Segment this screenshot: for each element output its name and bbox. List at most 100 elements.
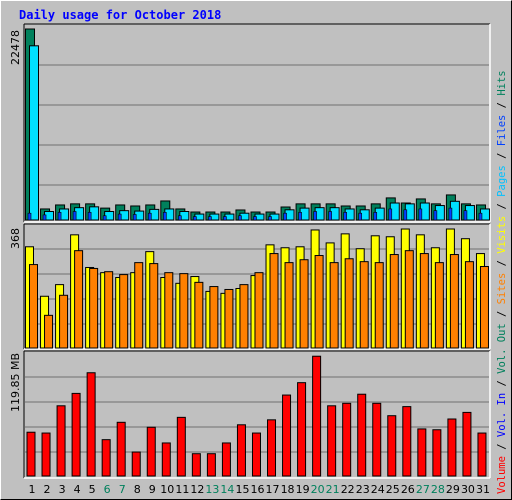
- bar-sites: [224, 288, 234, 349]
- bar-pages: [358, 212, 363, 221]
- plot-area-0: [24, 24, 490, 222]
- legend-separator: /: [496, 96, 508, 115]
- x-axis-day-label: 25: [386, 483, 400, 496]
- bar-pages: [208, 216, 212, 221]
- legend-item-volume: Volume: [496, 456, 508, 494]
- bar-pages: [463, 210, 468, 221]
- bar-sites: [89, 267, 99, 349]
- x-axis-day-label: 5: [89, 483, 96, 496]
- x-axis-day-label: 14: [220, 483, 234, 496]
- legend-item-pages: Pages: [496, 165, 508, 197]
- x-axis-day-label: 7: [119, 483, 126, 496]
- bar-pages: [193, 216, 197, 221]
- x-axis-day-label: 1: [29, 483, 36, 496]
- x-axis-day-label: 20: [311, 483, 325, 496]
- bar-volume: [267, 419, 277, 477]
- legend: Volume / Vol. In / Vol. Out / Sites / Vi…: [496, 70, 508, 494]
- bar-volume: [477, 432, 487, 477]
- x-axis-day-label: 12: [190, 483, 204, 496]
- bar-files: [29, 45, 39, 221]
- bar-pages: [57, 212, 62, 221]
- bar-sites: [464, 261, 474, 349]
- bar-sites: [389, 254, 399, 349]
- bar-sites: [209, 286, 219, 349]
- y-axis-max-label: 368: [9, 228, 22, 249]
- bar-sites: [359, 261, 369, 349]
- bar-sites: [179, 273, 189, 349]
- bar-sites: [239, 284, 249, 349]
- bar-volume: [131, 451, 141, 477]
- bar-sites: [299, 259, 309, 349]
- bar-pages: [343, 212, 347, 221]
- bar-volume: [116, 421, 126, 477]
- bar-pages: [373, 212, 378, 221]
- bar-sites: [344, 258, 354, 349]
- bar-volume: [327, 405, 337, 477]
- bar-pages: [313, 211, 317, 221]
- bar-sites: [44, 314, 54, 349]
- legend-item-visits: Visits: [496, 216, 508, 254]
- legend-separator: /: [496, 374, 508, 393]
- bar-pages: [238, 215, 242, 221]
- bar-sites: [449, 254, 459, 349]
- bar-pages: [178, 215, 182, 221]
- x-axis-day-label: 26: [401, 483, 415, 496]
- y-axis-max-label: 22478: [9, 30, 22, 65]
- legend-separator: /: [496, 254, 508, 273]
- bar-volume: [432, 429, 442, 477]
- x-axis-day-label: 16: [251, 483, 265, 496]
- x-axis-day-label: 23: [356, 483, 370, 496]
- bar-volume: [417, 428, 427, 477]
- legend-item-hits: Hits: [496, 70, 508, 95]
- bar-volume: [312, 355, 322, 477]
- bar-sites: [314, 255, 324, 349]
- bar-pages: [162, 212, 167, 221]
- bar-volume: [357, 393, 367, 477]
- x-axis-day-label: 28: [431, 483, 445, 496]
- legend-separator: /: [496, 146, 508, 165]
- bar-sites: [194, 281, 204, 349]
- x-axis-day-label: 13: [205, 483, 219, 496]
- bar-sites: [149, 263, 159, 349]
- bar-volume: [206, 453, 216, 477]
- bar-pages: [102, 215, 107, 221]
- bar-volume: [191, 453, 201, 477]
- x-axis-day-label: 21: [326, 483, 340, 496]
- x-axis-day-label: 3: [59, 483, 66, 496]
- bar-pages: [448, 207, 453, 221]
- bar-pages: [27, 212, 32, 221]
- x-axis-day-label: 31: [476, 483, 490, 496]
- bar-pages: [42, 214, 47, 221]
- bar-pages: [478, 212, 483, 221]
- bar-volume: [26, 431, 36, 477]
- bar-sites: [59, 294, 69, 349]
- x-axis-day-label: 18: [281, 483, 295, 496]
- bar-sites: [119, 274, 129, 349]
- bar-sites: [254, 272, 264, 349]
- x-axis-day-label: 8: [134, 483, 141, 496]
- bar-volume: [372, 402, 382, 477]
- bar-pages: [253, 216, 257, 221]
- bar-pages: [283, 212, 287, 221]
- bar-sites: [329, 262, 339, 349]
- bar-pages: [72, 211, 77, 221]
- bar-volume: [236, 424, 246, 477]
- x-axis-day-label: 22: [341, 483, 355, 496]
- bar-volume: [71, 392, 81, 477]
- bar-pages: [87, 212, 92, 221]
- bar-volume: [221, 442, 231, 477]
- bar-sites: [134, 262, 144, 349]
- bar-sites: [479, 266, 489, 349]
- bar-pages: [433, 210, 438, 221]
- bar-pages: [388, 208, 393, 221]
- x-axis-day-label: 27: [416, 483, 430, 496]
- bar-sites: [269, 253, 279, 349]
- bar-volume: [342, 402, 352, 477]
- x-axis-day-label: 17: [266, 483, 280, 496]
- bar-sites: [374, 262, 384, 349]
- bar-sites: [404, 250, 414, 349]
- bar-volume: [161, 442, 171, 477]
- legend-separator: /: [496, 197, 508, 216]
- bar-pages: [328, 211, 332, 221]
- legend-item-vol-out: Vol. Out: [496, 323, 508, 374]
